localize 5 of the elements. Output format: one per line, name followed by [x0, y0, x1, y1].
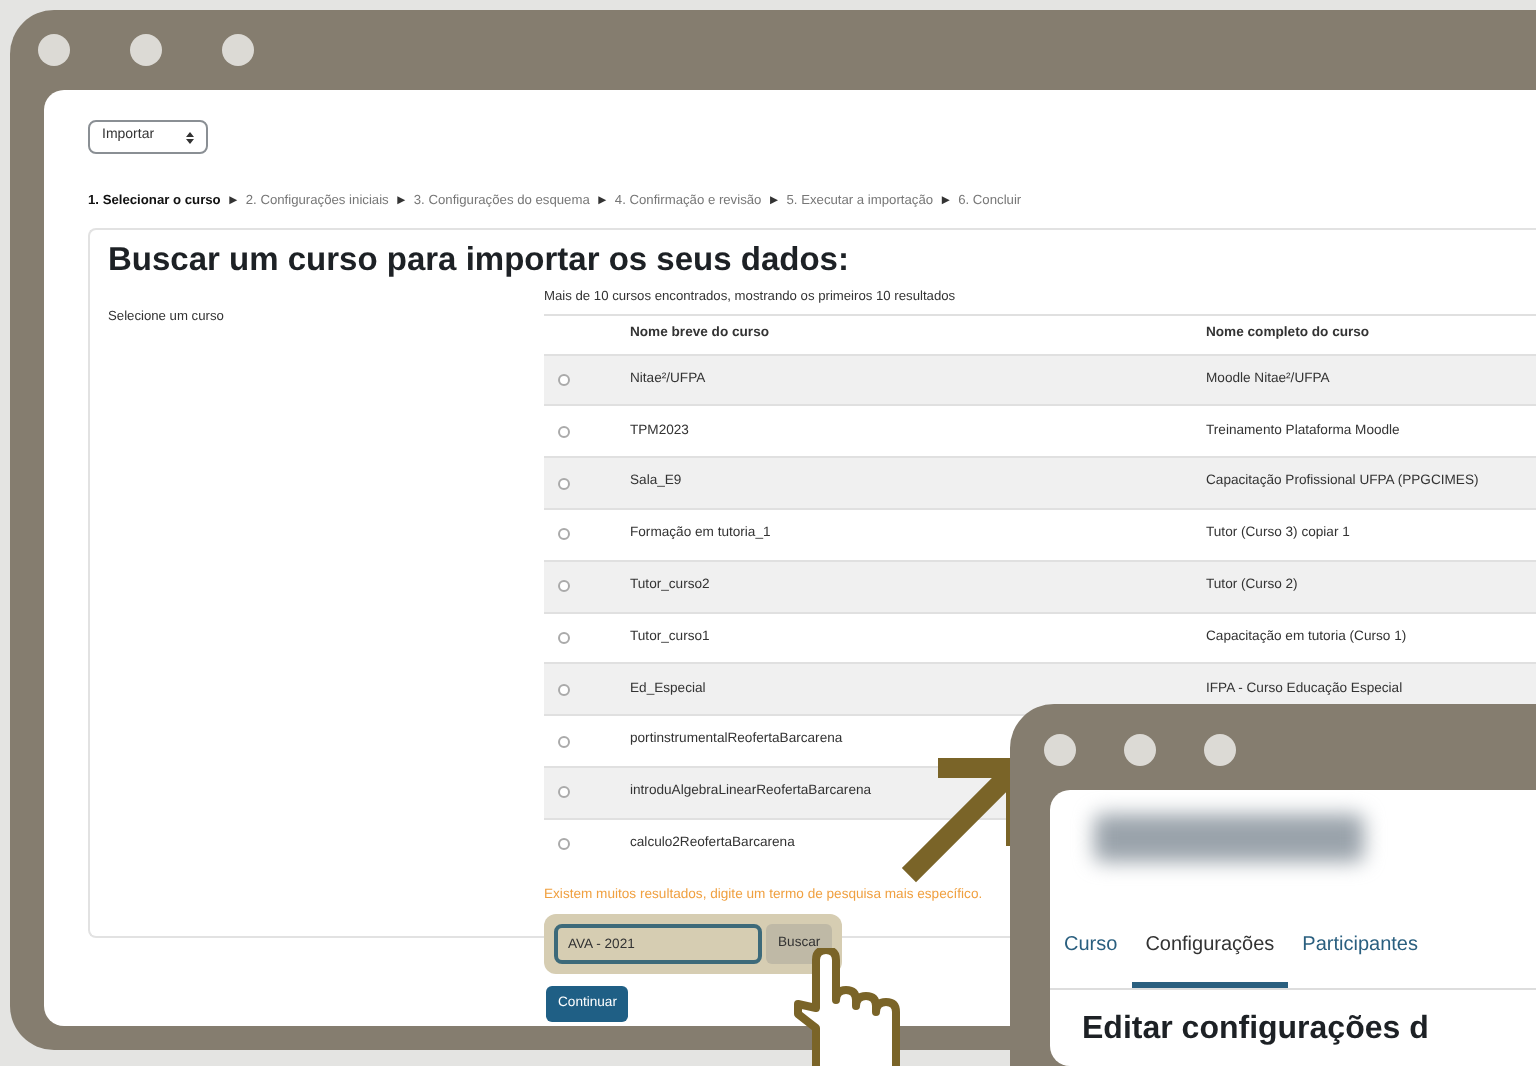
- page-heading: Editar configurações d: [1082, 1010, 1431, 1050]
- nav-tab[interactable]: Configurações: [1131, 930, 1289, 988]
- page-heading: Buscar um curso para importar os seus dados:: [108, 241, 851, 282]
- nav-tab[interactable]: Participantes: [1288, 930, 1432, 988]
- nav-tab[interactable]: Curso: [1050, 930, 1132, 988]
